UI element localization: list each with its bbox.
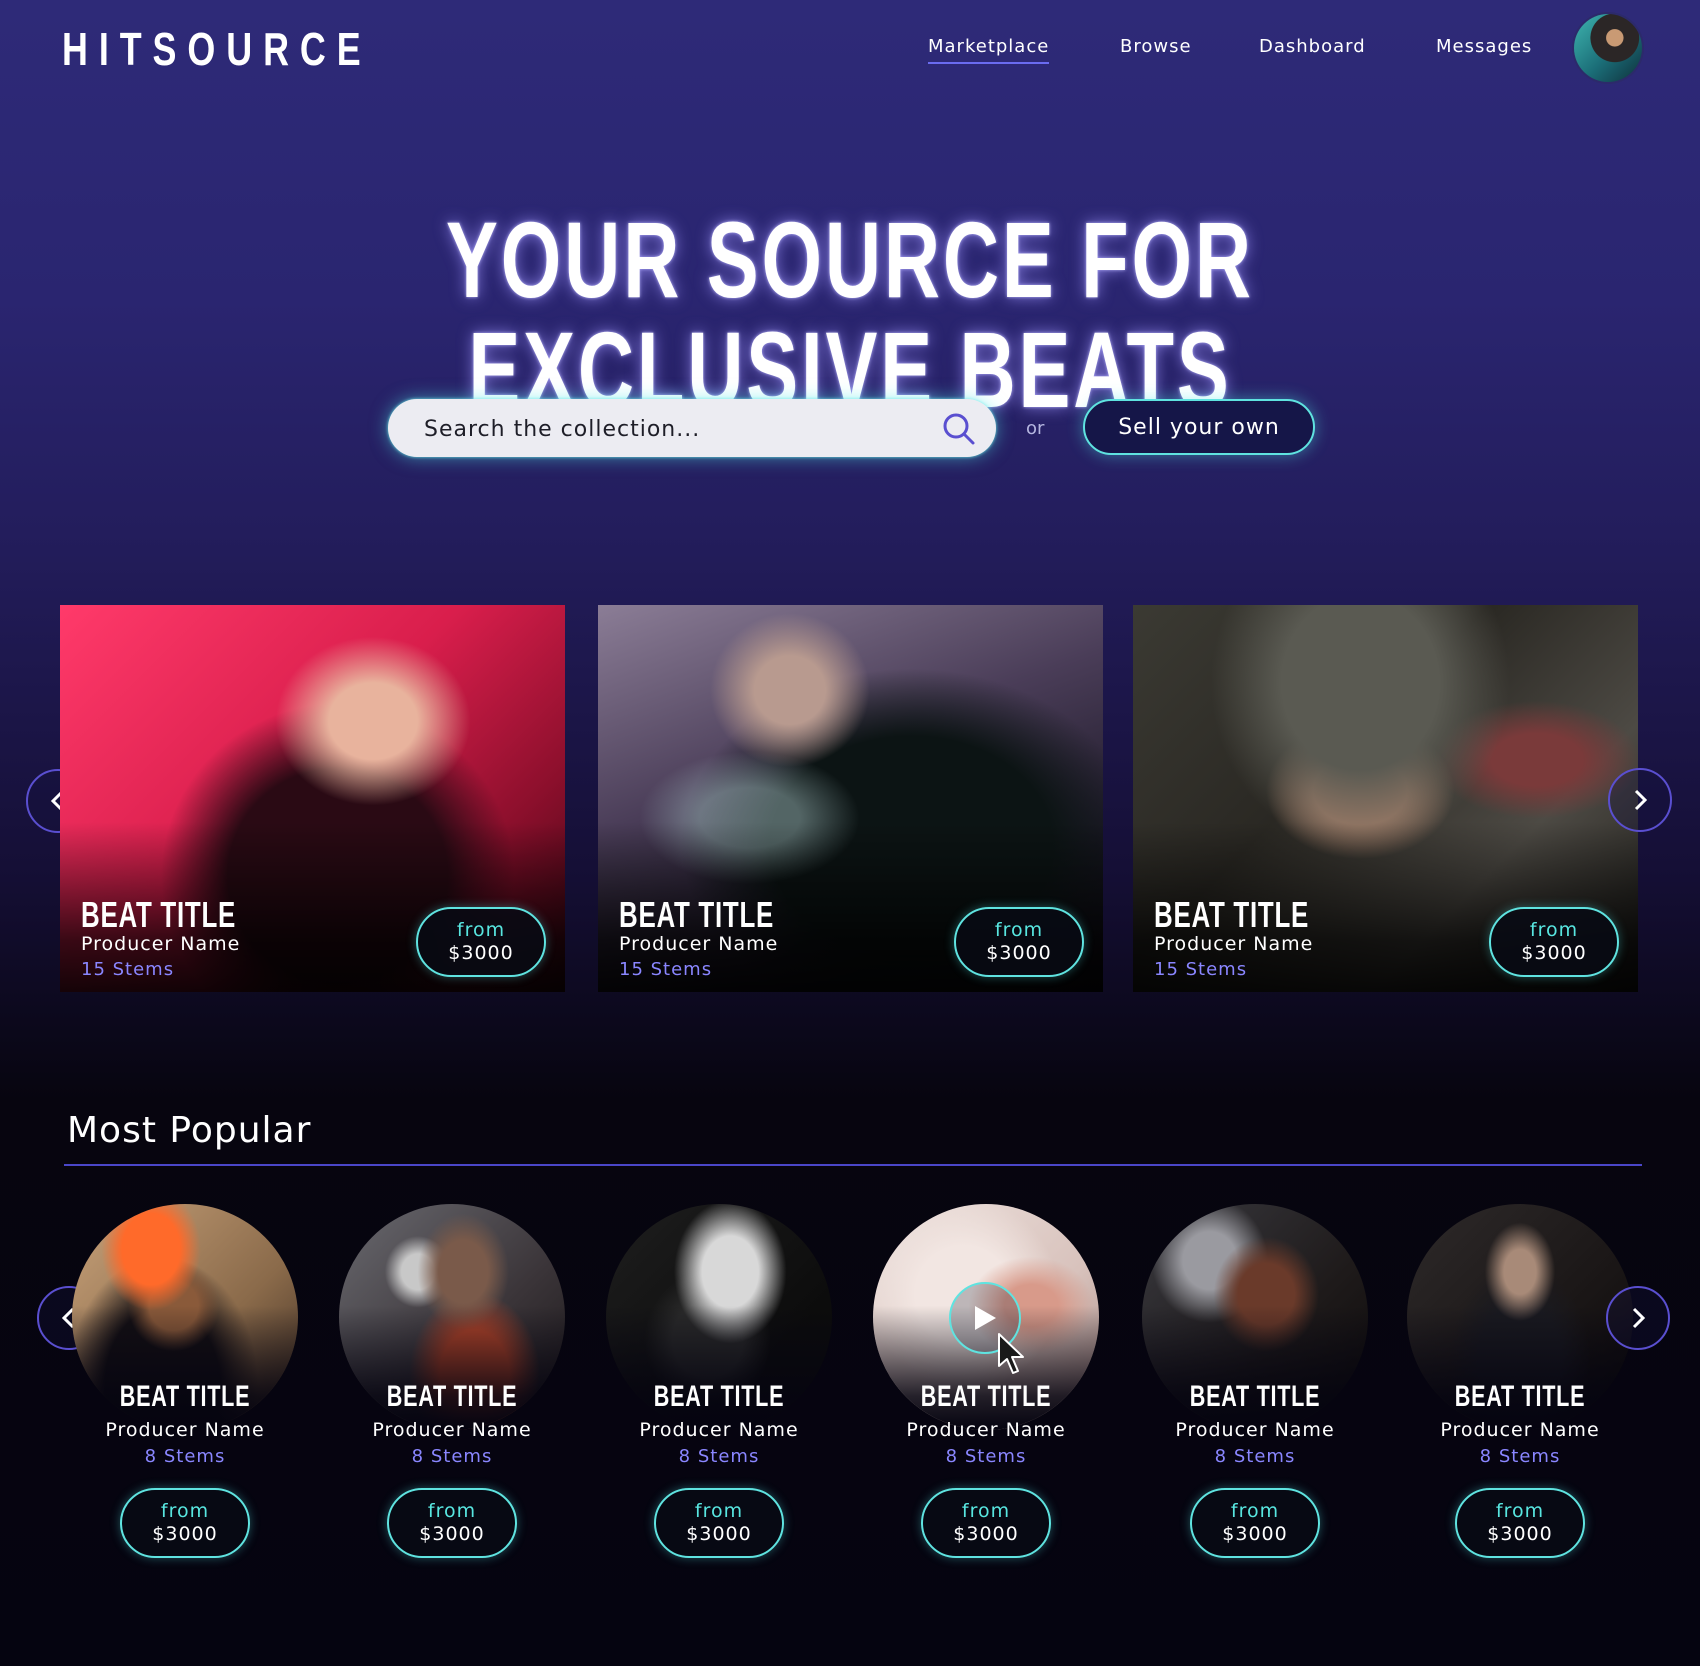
price-button[interactable]: from $3000 — [416, 907, 546, 977]
price-button[interactable]: from $3000 — [654, 1488, 784, 1558]
hero-title: YOUR SOURCE FOR EXCLUSIVE BEATS — [446, 199, 1254, 430]
popular-item[interactable]: BEAT TITLE Producer Name 8 Stems from $3… — [1407, 1204, 1633, 1564]
price-amount: $3000 — [1521, 942, 1587, 964]
stems-count: 8 Stems — [1479, 1446, 1561, 1467]
price-from-label: from — [694, 1500, 744, 1522]
price-button[interactable]: from $3000 — [1190, 1488, 1320, 1558]
price-amount: $3000 — [419, 1523, 485, 1545]
producer-name: Producer Name — [619, 933, 779, 955]
beat-title: BEAT TITLE — [653, 1380, 785, 1413]
popular-item[interactable]: BEAT TITLE Producer Name 8 Stems from $3… — [873, 1204, 1099, 1564]
producer-name: Producer Name — [1175, 1419, 1335, 1441]
price-button[interactable]: from $3000 — [387, 1488, 517, 1558]
popular-item[interactable]: BEAT TITLE Producer Name 8 Stems from $3… — [72, 1204, 298, 1564]
price-amount: $3000 — [1222, 1523, 1288, 1545]
price-amount: $3000 — [953, 1523, 1019, 1545]
price-from-label: from — [961, 1500, 1011, 1522]
or-label: or — [1026, 418, 1045, 439]
beat-title: BEAT TITLE — [1154, 894, 1310, 935]
beat-title: BEAT TITLE — [1454, 1380, 1586, 1413]
nav-marketplace[interactable]: Marketplace — [928, 36, 1050, 64]
nav-browse[interactable]: Browse — [1120, 36, 1192, 57]
stems-count: 8 Stems — [678, 1446, 760, 1467]
beat-title: BEAT TITLE — [1189, 1380, 1321, 1413]
price-amount: $3000 — [986, 942, 1052, 964]
producer-name: Producer Name — [639, 1419, 799, 1441]
popular-item[interactable]: BEAT TITLE Producer Name 8 Stems from $3… — [1142, 1204, 1368, 1564]
beat-title: BEAT TITLE — [119, 1380, 251, 1413]
stems-count: 15 Stems — [1154, 959, 1248, 980]
featured-card[interactable]: BEAT TITLE Producer Name 15 Stems from $… — [1133, 605, 1638, 992]
price-button[interactable]: from $3000 — [120, 1488, 250, 1558]
search-bar — [388, 399, 996, 459]
section-title: Most Popular — [67, 1110, 312, 1151]
producer-name: Producer Name — [906, 1419, 1066, 1441]
popular-next-button[interactable] — [1606, 1286, 1670, 1350]
divider — [64, 1164, 1642, 1166]
beat-title: BEAT TITLE — [386, 1380, 518, 1413]
price-amount: $3000 — [1487, 1523, 1553, 1545]
stems-count: 8 Stems — [144, 1446, 226, 1467]
price-from-label: from — [1495, 1500, 1545, 1522]
price-button[interactable]: from $3000 — [921, 1488, 1051, 1558]
chevron-right-icon — [1632, 1307, 1646, 1329]
price-button[interactable]: from $3000 — [1455, 1488, 1585, 1558]
price-button[interactable]: from $3000 — [1489, 907, 1619, 977]
play-icon — [975, 1306, 996, 1330]
price-button[interactable]: from $3000 — [954, 907, 1084, 977]
top-nav: HITSOURCE Marketplace Browse Dashboard M… — [0, 0, 1700, 100]
stems-count: 8 Stems — [411, 1446, 493, 1467]
stems-count: 15 Stems — [81, 959, 175, 980]
search-input[interactable] — [422, 399, 926, 459]
beat-title: BEAT TITLE — [619, 894, 775, 935]
price-amount: $3000 — [152, 1523, 218, 1545]
nav-messages[interactable]: Messages — [1436, 36, 1532, 57]
price-amount: $3000 — [448, 942, 514, 964]
producer-name: Producer Name — [105, 1419, 265, 1441]
price-from-label: from — [456, 919, 506, 941]
stems-count: 8 Stems — [945, 1446, 1027, 1467]
featured-card[interactable]: BEAT TITLE Producer Name 15 Stems from $… — [60, 605, 565, 992]
featured-card[interactable]: BEAT TITLE Producer Name 15 Stems from $… — [598, 605, 1103, 992]
price-from-label: from — [1230, 1500, 1280, 1522]
beat-title: BEAT TITLE — [81, 894, 237, 935]
chevron-right-icon — [1634, 789, 1648, 811]
price-from-label: from — [427, 1500, 477, 1522]
popular-item[interactable]: BEAT TITLE Producer Name 8 Stems from $3… — [606, 1204, 832, 1564]
user-avatar[interactable] — [1574, 14, 1642, 82]
price-from-label: from — [160, 1500, 210, 1522]
producer-name: Producer Name — [1440, 1419, 1600, 1441]
producer-name: Producer Name — [372, 1419, 532, 1441]
search-icon[interactable] — [942, 412, 976, 446]
featured-next-button[interactable] — [1608, 768, 1672, 832]
beat-title: BEAT TITLE — [920, 1380, 1052, 1413]
nav-dashboard[interactable]: Dashboard — [1259, 36, 1366, 57]
sell-your-own-button[interactable]: Sell your own — [1083, 399, 1315, 455]
producer-name: Producer Name — [81, 933, 241, 955]
mouse-cursor-icon — [998, 1333, 1024, 1374]
popular-item[interactable]: BEAT TITLE Producer Name 8 Stems from $3… — [339, 1204, 565, 1564]
stems-count: 15 Stems — [619, 959, 713, 980]
producer-name: Producer Name — [1154, 933, 1314, 955]
stems-count: 8 Stems — [1214, 1446, 1296, 1467]
price-from-label: from — [1529, 919, 1579, 941]
logo[interactable]: HITSOURCE — [62, 22, 372, 76]
price-amount: $3000 — [686, 1523, 752, 1545]
price-from-label: from — [994, 919, 1044, 941]
